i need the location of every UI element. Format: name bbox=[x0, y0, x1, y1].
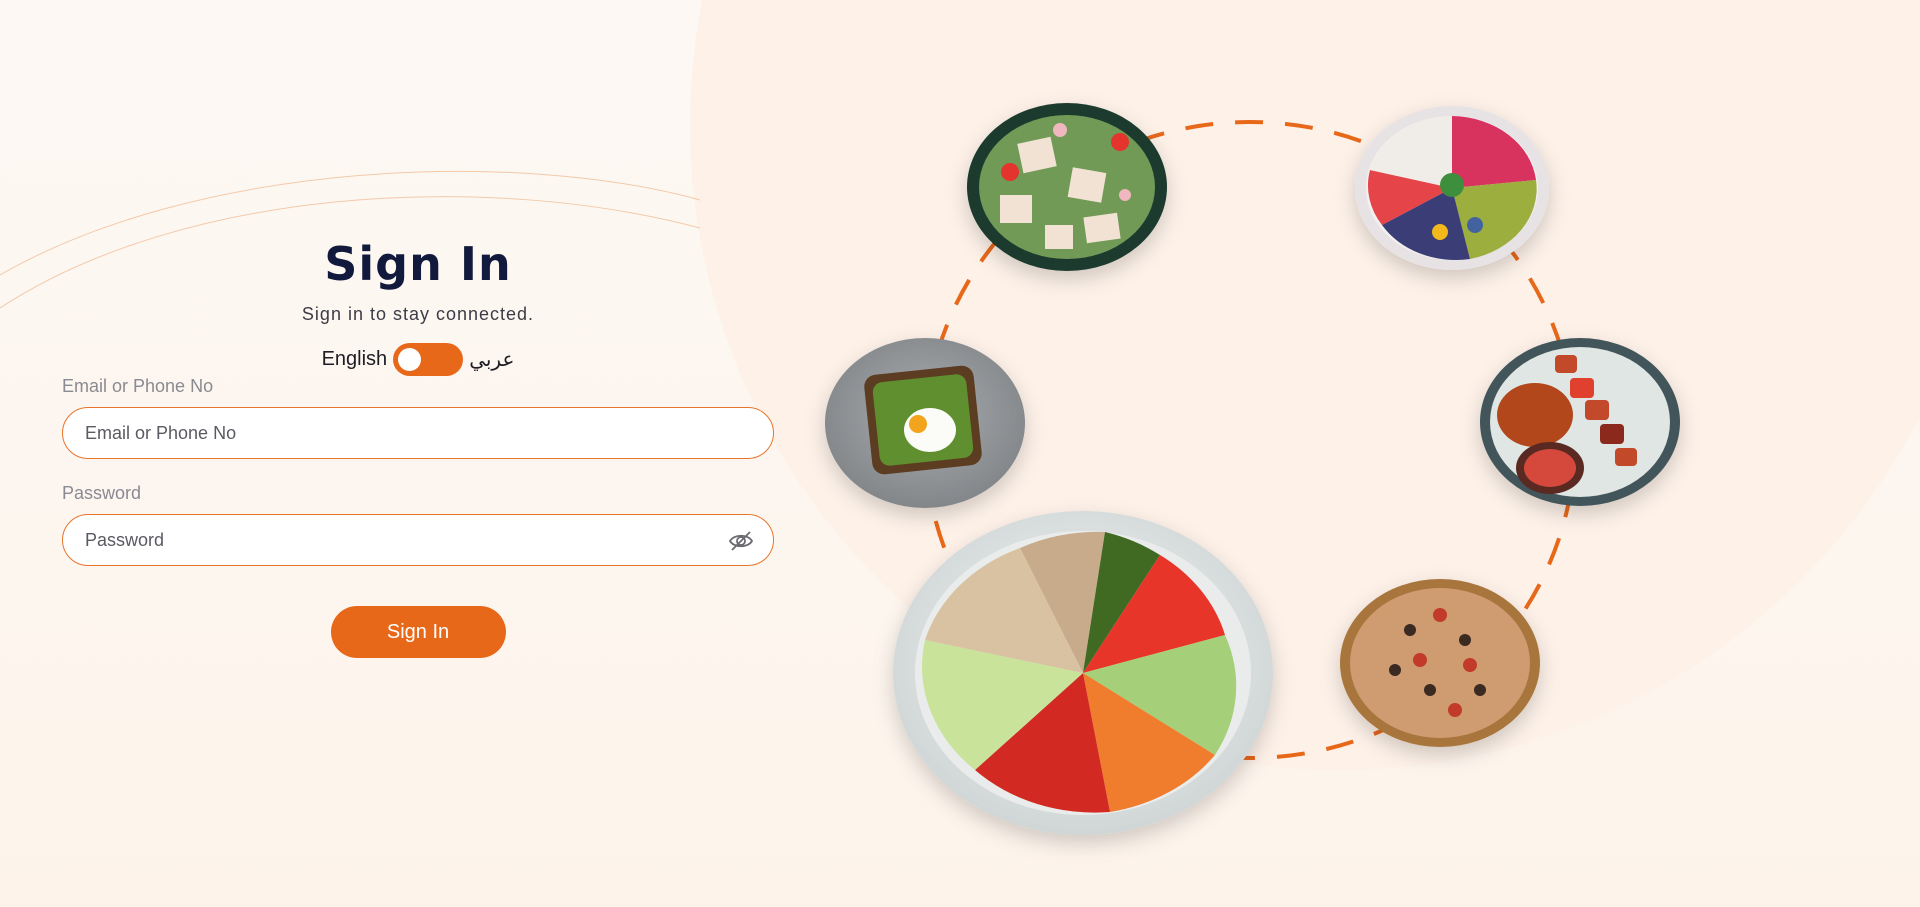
email-field[interactable] bbox=[83, 408, 727, 459]
email-label: Email or Phone No bbox=[62, 376, 214, 396]
toggle-knob bbox=[398, 348, 422, 371]
pizza-image bbox=[1340, 579, 1540, 747]
password-field[interactable] bbox=[83, 515, 727, 566]
sign-in-button[interactable]: Sign In bbox=[330, 606, 506, 658]
email-field-wrapper bbox=[62, 407, 774, 459]
page-title: Sign In bbox=[324, 237, 512, 291]
password-label: Password bbox=[62, 483, 142, 503]
password-field-wrapper bbox=[62, 514, 774, 566]
language-arabic-label: عربي bbox=[469, 349, 515, 371]
page-subtitle: Sign in to stay connected. bbox=[301, 304, 535, 324]
language-toggle[interactable] bbox=[393, 343, 464, 376]
grilled-skewers-image bbox=[1480, 338, 1680, 506]
eye-off-icon[interactable] bbox=[727, 528, 755, 554]
fruit-bowl-image bbox=[1355, 106, 1549, 270]
language-english-label: English bbox=[321, 348, 388, 370]
salad-bowl-image bbox=[967, 103, 1167, 271]
language-switch: English عربي bbox=[62, 343, 774, 376]
avocado-toast-image bbox=[825, 338, 1025, 508]
vegetable-bowl-image bbox=[893, 511, 1273, 835]
sign-in-panel: Sign In Sign in to stay connected. Engli… bbox=[62, 230, 774, 658]
